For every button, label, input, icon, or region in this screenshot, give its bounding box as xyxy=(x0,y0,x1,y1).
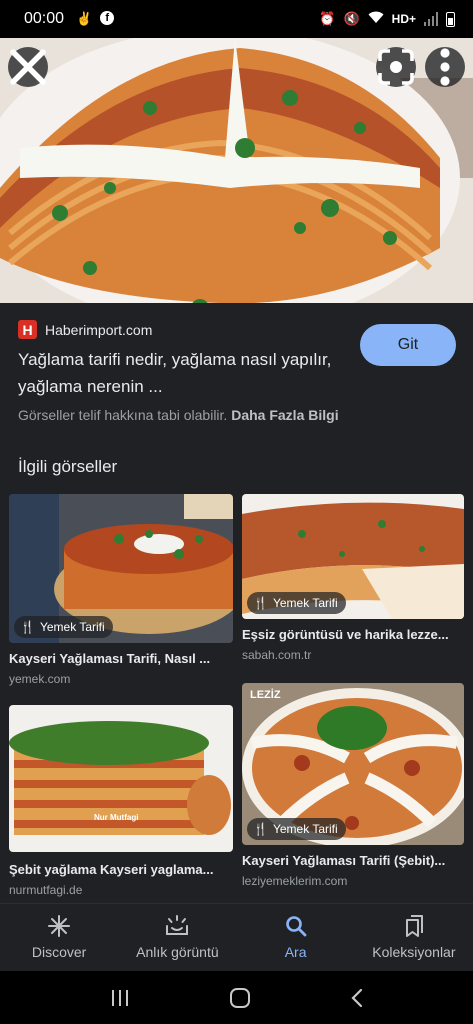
site-name: Haberimport.com xyxy=(45,321,153,338)
watermark: Nur Mutfagi xyxy=(94,813,139,822)
related-card-title: Kayseri Yağlaması Tarifi (Şebit)... xyxy=(242,853,446,868)
asterisk-icon xyxy=(48,915,71,937)
battery-icon xyxy=(446,11,455,27)
hero-image[interactable] xyxy=(0,38,473,303)
mute-icon: 🔇 xyxy=(343,11,360,26)
visit-button[interactable]: Git xyxy=(360,324,456,366)
recipe-badge: 🍴 Yemek Tarifi xyxy=(247,592,346,614)
related-card-source: sabah.com.tr xyxy=(242,648,312,662)
fork-knife-icon: 🍴 xyxy=(253,822,268,836)
lens-icon xyxy=(378,49,414,85)
collections-icon xyxy=(405,915,423,937)
more-info-link[interactable]: Daha Fazla Bilgi xyxy=(231,407,338,423)
recent-apps-icon[interactable] xyxy=(110,989,130,1007)
copyright-notice: Görseller telif hakkına tabi olabilir. D… xyxy=(18,407,339,423)
close-button[interactable] xyxy=(8,47,48,87)
lens-button[interactable] xyxy=(376,47,416,87)
site-favicon-icon: H xyxy=(18,320,37,339)
more-options-button[interactable] xyxy=(425,47,465,87)
related-card-source: yemek.com xyxy=(9,672,71,686)
facebook-icon: f xyxy=(100,11,115,25)
signal-icon xyxy=(424,12,438,26)
fork-knife-icon: 🍴 xyxy=(253,596,268,610)
wifi-icon xyxy=(368,11,384,27)
result-title[interactable]: Yağlama tarifi nedir, yağlama nasıl yapı… xyxy=(18,346,338,400)
related-card-title: Eşsiz görüntüsü ve harika lezze... xyxy=(242,627,449,642)
close-icon xyxy=(10,49,46,85)
related-thumbnail[interactable]: LEZİZ 🍴 Yemek Tarifi xyxy=(242,683,464,845)
nav-search[interactable]: Ara xyxy=(237,904,355,971)
site-row[interactable]: H Haberimport.com xyxy=(18,320,152,339)
related-card-title: Kayseri Yağlaması Tarifi, Nasıl ... xyxy=(9,651,211,666)
bottom-navigation: Discover Anlık görüntü Ara Koleksiyonlar xyxy=(0,903,473,971)
related-thumbnail[interactable]: Nur Mutfagi xyxy=(9,705,233,852)
related-card[interactable]: 🍴 Yemek Tarifi Kayseri Yağlaması Tarifi,… xyxy=(9,494,233,686)
related-card-source: leziyemeklerim.com xyxy=(242,874,348,888)
related-card[interactable]: Nur Mutfagi Şebit yağlama Kayseri yaglam… xyxy=(9,705,233,897)
back-icon[interactable] xyxy=(350,988,364,1008)
copyright-text: Görseller telif hakkına tabi olabilir. xyxy=(18,407,228,423)
status-time: 00:00 xyxy=(24,10,65,27)
network-type: HD+ xyxy=(391,12,416,26)
home-icon[interactable] xyxy=(229,987,251,1009)
result-info: H Haberimport.com Yağlama tarifi nedir, … xyxy=(0,303,473,433)
recipe-badge: 🍴 Yemek Tarifi xyxy=(247,818,346,840)
nav-collections[interactable]: Koleksiyonlar xyxy=(355,904,473,971)
search-icon xyxy=(285,916,307,937)
system-navigation-bar xyxy=(0,971,473,1024)
nav-snapshot[interactable]: Anlık görüntü xyxy=(118,904,236,971)
related-card-title: Şebit yağlama Kayseri yaglama... xyxy=(9,862,214,877)
related-card-source: nurmutfagi.de xyxy=(9,883,83,897)
nav-discover[interactable]: Discover xyxy=(0,904,118,971)
more-vert-icon xyxy=(440,48,450,86)
alarm-icon: ⏰ xyxy=(319,11,336,26)
related-images-heading: İlgili görseller xyxy=(18,457,118,476)
hands-free-icon: ✌ xyxy=(76,11,93,26)
fork-knife-icon: 🍴 xyxy=(20,620,35,634)
related-thumbnail[interactable]: 🍴 Yemek Tarifi xyxy=(242,494,464,619)
related-thumbnail[interactable]: 🍴 Yemek Tarifi xyxy=(9,494,233,643)
snapshot-icon xyxy=(166,915,189,935)
recipe-badge: 🍴 Yemek Tarifi xyxy=(14,616,113,638)
related-card[interactable]: 🍴 Yemek Tarifi Eşsiz görüntüsü ve harika… xyxy=(242,494,464,662)
related-card[interactable]: LEZİZ 🍴 Yemek Tarifi Kayseri Yağlaması T… xyxy=(242,683,464,888)
status-bar: 00:00 ✌ f ⏰ 🔇 HD+ xyxy=(0,0,473,38)
watermark: LEZİZ xyxy=(250,689,281,701)
